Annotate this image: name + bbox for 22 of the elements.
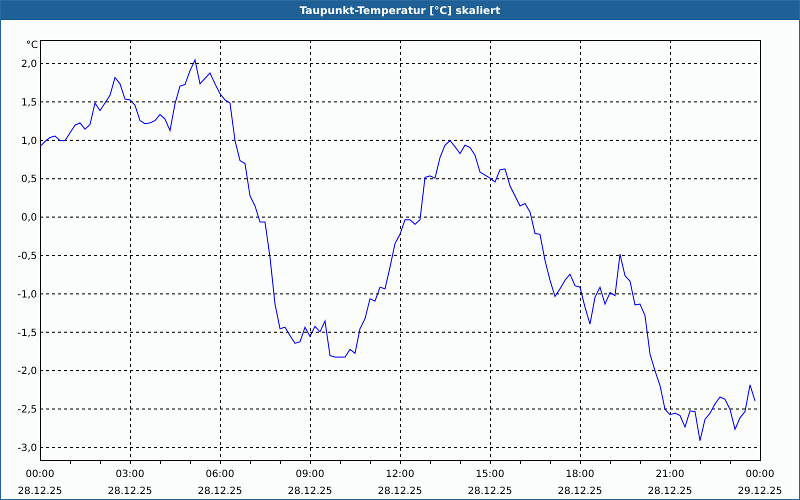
y-tick-label: -2,0 xyxy=(17,366,37,378)
x-tick-label: 09:00 28.12.25 xyxy=(288,469,332,497)
x-tick-label: 12:00 28.12.25 xyxy=(378,469,422,497)
y-tick-label: -2,5 xyxy=(17,404,37,416)
y-tick-label: -1,5 xyxy=(17,328,37,339)
x-tick-label: 21:00 28.12.25 xyxy=(648,469,692,497)
x-tick-label: 03:00 28.12.25 xyxy=(108,469,152,497)
y-tick-label: -0,5 xyxy=(17,251,37,262)
x-tick-label: 06:00 28.12.25 xyxy=(198,469,242,497)
y-tick-label: 0,0 xyxy=(21,212,37,224)
y-axis-unit: °C xyxy=(26,40,38,51)
y-tick-label: -1,0 xyxy=(17,289,37,300)
y-tick-label: 1,0 xyxy=(21,136,37,147)
y-tick-label: 1,5 xyxy=(21,97,37,108)
y-tick-label: -3,0 xyxy=(17,442,37,454)
window-title: Taupunkt-Temperatur [°C] skaliert xyxy=(300,4,500,16)
y-tick-label: 0,5 xyxy=(21,174,37,186)
x-tick-label: 00:00 29.12.25 xyxy=(738,469,782,497)
x-tick-label: 18:00 28.12.25 xyxy=(558,469,602,497)
y-tick-label: 2,0 xyxy=(21,59,37,70)
x-tick-label: 15:00 28.12.25 xyxy=(468,469,512,497)
x-tick-label: 00:00 28.12.25 xyxy=(18,469,62,497)
